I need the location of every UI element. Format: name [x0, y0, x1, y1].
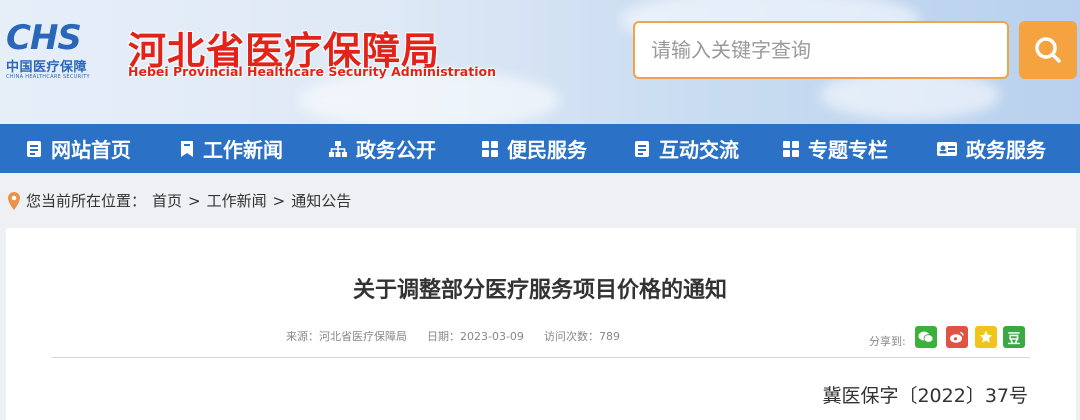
search-input[interactable] — [633, 21, 1009, 79]
logo-en-text: CHINA HEALTHCARE SECURITY — [6, 74, 90, 80]
search-icon — [1035, 37, 1061, 63]
search-button[interactable] — [1019, 21, 1077, 79]
article-views: 访问次数：789 — [544, 328, 620, 344]
document-number: 冀医保字〔2022〕37号 — [822, 385, 1028, 407]
qzone-share-button[interactable] — [975, 326, 997, 348]
id-card-icon — [937, 141, 957, 156]
breadcrumb-news[interactable]: 工作新闻 — [207, 190, 267, 211]
breadcrumb: 您当前所在位置： 首页 > 工作新闻 > 通知公告 — [8, 190, 351, 211]
sitemap-icon — [329, 140, 347, 157]
breadcrumb-home[interactable]: 首页 — [152, 190, 182, 211]
grid-icon — [482, 140, 498, 157]
location-pin-icon — [8, 191, 20, 210]
nav-label: 政务服务 — [966, 138, 1046, 162]
date-value: 2023-03-09 — [460, 330, 524, 343]
site-header: CHS 中国医疗保障 CHINA HEALTHCARE SECURITY 河北省… — [0, 0, 1080, 124]
breadcrumb-separator: > — [188, 191, 201, 210]
nav-item-home[interactable]: 网站首页 — [25, 124, 131, 173]
weibo-icon — [950, 331, 964, 343]
bookmark-icon — [181, 140, 193, 157]
article-date: 日期：2023-03-09 — [427, 328, 524, 344]
nav-item-government-affairs[interactable]: 政务公开 — [328, 124, 436, 173]
views-value: 789 — [599, 330, 620, 343]
breadcrumb-notices[interactable]: 通知公告 — [291, 190, 351, 211]
wechat-icon — [918, 331, 934, 343]
date-label: 日期： — [427, 330, 460, 343]
logo[interactable]: CHS 中国医疗保障 CHINA HEALTHCARE SECURITY — [0, 0, 120, 100]
document-icon — [27, 140, 41, 157]
nav-label: 互动交流 — [659, 138, 739, 162]
document-icon — [635, 140, 649, 157]
grid-icon — [783, 140, 799, 157]
main-nav: 网站首页 工作新闻 政务公开 便民服务 互动交流 专题专栏 政务服务 — [0, 124, 1080, 173]
weibo-share-button[interactable] — [946, 326, 968, 348]
nav-item-services[interactable]: 便民服务 — [481, 124, 587, 173]
douban-icon: 豆 — [1007, 331, 1021, 347]
article-source: 来源：河北省医疗保障局 — [286, 328, 407, 344]
nav-item-special-topics[interactable]: 专题专栏 — [782, 124, 888, 173]
nav-label: 便民服务 — [507, 138, 587, 162]
views-label: 访问次数： — [544, 330, 599, 343]
douban-share-button[interactable]: 豆 — [1003, 326, 1025, 348]
breadcrumb-prefix: 您当前所在位置： — [26, 192, 147, 210]
site-subtitle: Hebei Provincial Healthcare Security Adm… — [128, 64, 496, 79]
article-title: 关于调整部分医疗服务项目价格的通知 — [352, 278, 727, 303]
breadcrumb-separator: > — [272, 191, 286, 210]
share-label: 分享到: — [869, 335, 906, 348]
source-label: 来源： — [286, 330, 319, 343]
nav-label: 政务公开 — [356, 138, 436, 162]
nav-item-government-services[interactable]: 政务服务 — [936, 124, 1046, 173]
star-icon — [979, 330, 993, 343]
nav-label: 网站首页 — [51, 138, 131, 162]
source-value: 河北省医疗保障局 — [319, 330, 407, 343]
meta-divider — [52, 357, 1030, 358]
logo-mark: CHS — [6, 18, 82, 58]
wechat-share-button[interactable] — [915, 326, 937, 348]
nav-label: 专题专栏 — [808, 138, 888, 162]
nav-item-news[interactable]: 工作新闻 — [179, 124, 283, 173]
nav-label: 工作新闻 — [203, 138, 283, 162]
logo-cn-text: 中国医疗保障 — [6, 60, 88, 75]
nav-item-interaction[interactable]: 互动交流 — [633, 124, 739, 173]
